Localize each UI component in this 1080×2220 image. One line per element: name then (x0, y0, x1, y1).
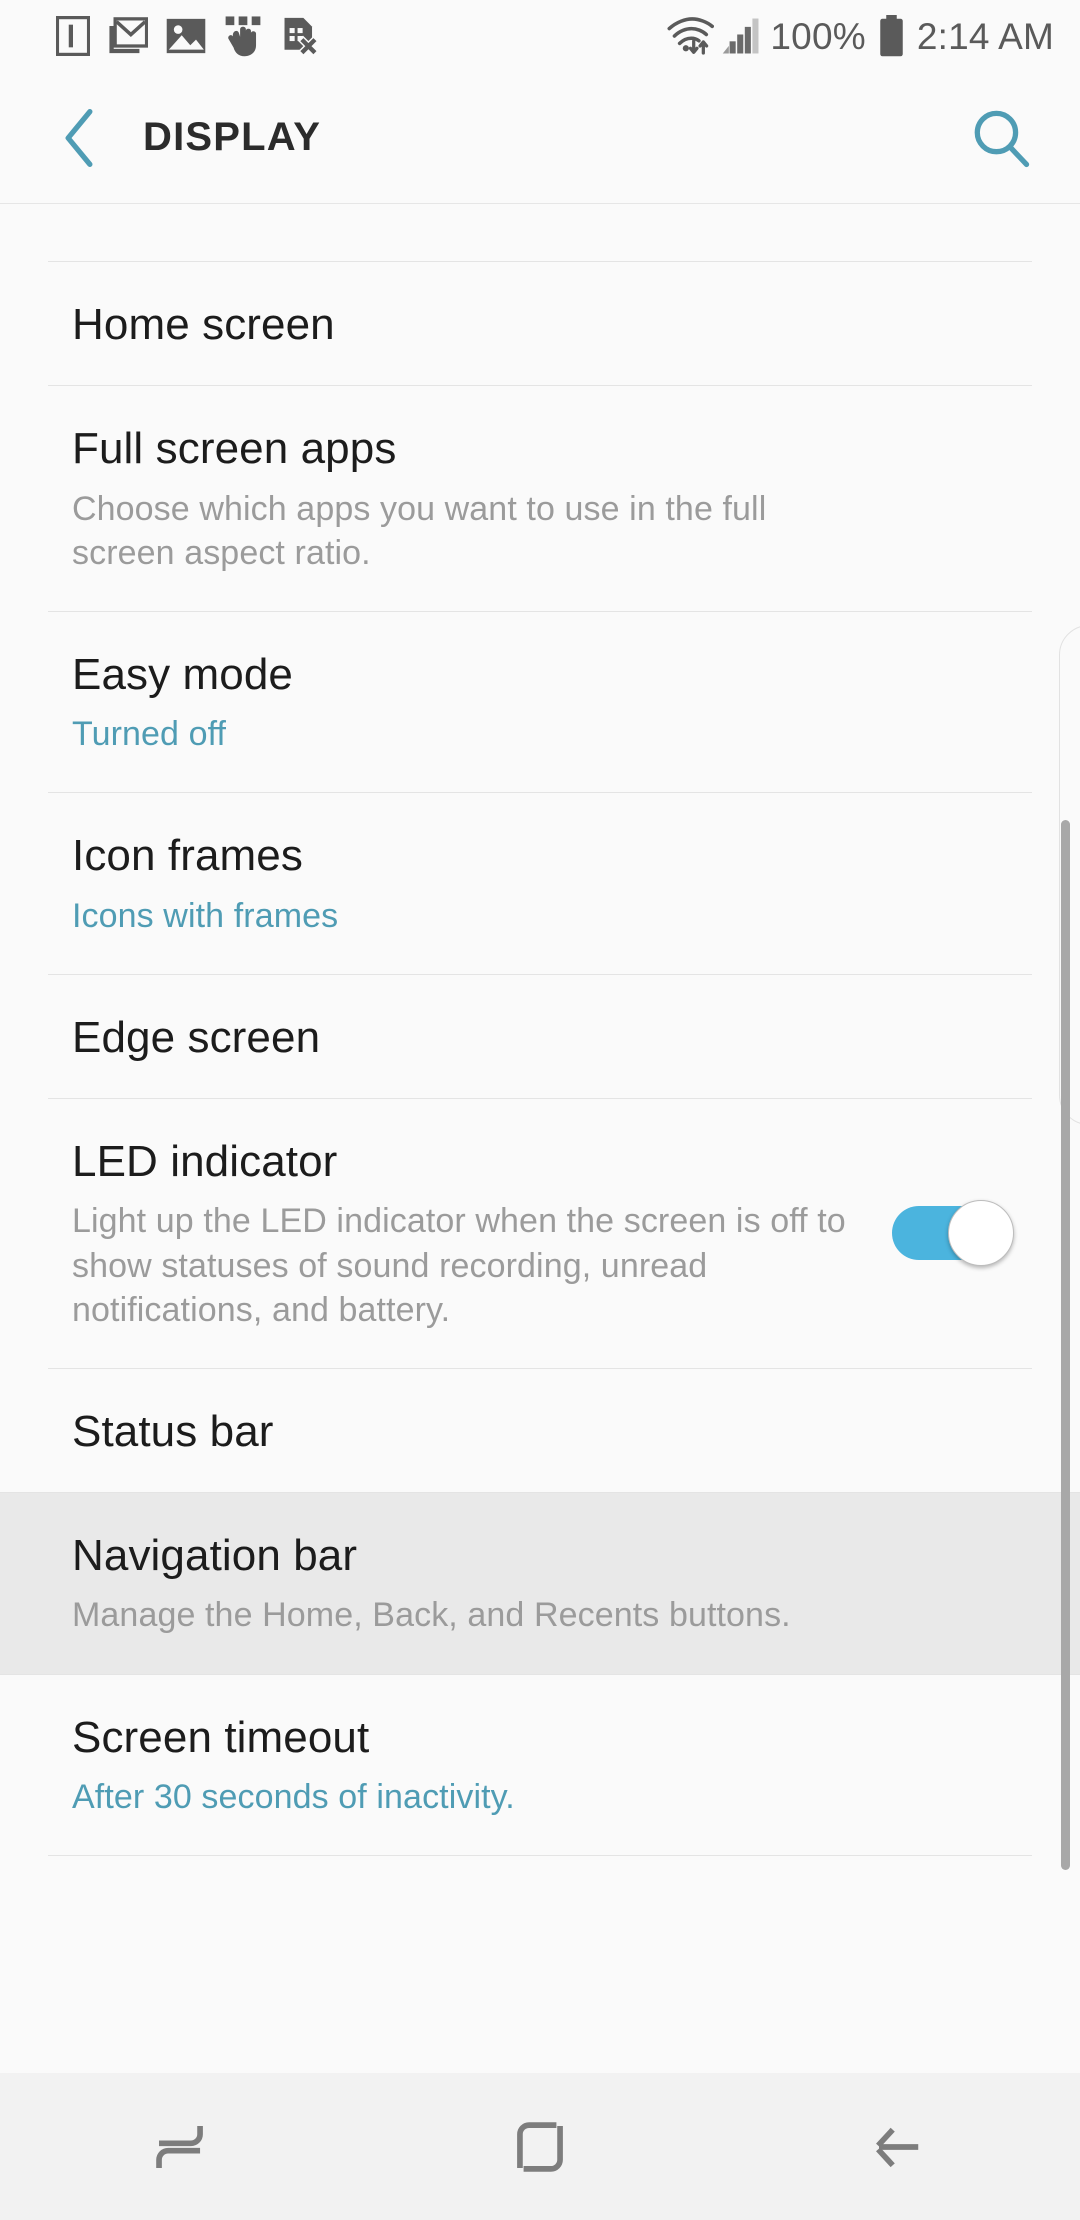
list-item-subtitle: Turned off (72, 715, 227, 754)
list-item-subtitle: After 30 seconds of inactivity. (72, 1777, 515, 1816)
search-icon (974, 110, 1030, 167)
list-item-easy-mode[interactable]: Easy mode Turned off (0, 612, 1080, 792)
photo-image-icon (166, 18, 206, 54)
list-item-full-screen-apps[interactable]: Full screen apps Choose which apps you w… (0, 386, 1080, 611)
list-item-title: Icon frames (72, 831, 303, 881)
list-item-subtitle: Choose which apps you want to use in the… (72, 489, 767, 572)
scrollbar-thumb[interactable] (1061, 820, 1070, 1870)
back-arrow-icon (876, 2127, 919, 2167)
back-chevron-icon (65, 108, 93, 167)
list-item-title: Home screen (72, 300, 335, 349)
list-divider (48, 1855, 1032, 1857)
home-icon (517, 2121, 563, 2172)
list-item-title: Status bar (72, 1406, 274, 1456)
toggle-knob (948, 1200, 1014, 1267)
status-bar-system-icons: 100% 2:14 AM (666, 15, 1054, 57)
settings-list[interactable]: Home screen Full screen apps Choose whic… (0, 205, 1080, 2073)
battery-percent-label: 100% (770, 15, 866, 57)
phone-screen: 100% 2:14 AM DISPLAY Home screen Full sc… (0, 0, 1080, 2220)
recents-button[interactable] (0, 2073, 360, 2220)
list-item-navigation-bar[interactable]: Navigation bar Manage the Home, Back, an… (0, 1493, 1080, 1674)
list-item-title: Screen timeout (72, 1712, 370, 1762)
cellular-signal-icon (723, 18, 759, 54)
list-item-title: Edge screen (72, 1012, 321, 1062)
wifi-with-data-transfer-icon (667, 17, 715, 55)
page-title: DISPLAY (143, 115, 322, 159)
gmail-icon (109, 17, 148, 54)
list-item-title: Full screen apps (72, 424, 397, 474)
clock-label: 2:14 AM (916, 15, 1054, 57)
battery-full-icon (880, 15, 903, 57)
list-top-spacer (0, 205, 1080, 261)
list-item-edge-screen[interactable]: Edge screen (0, 975, 1080, 1098)
list-item-home-screen[interactable]: Home screen (0, 262, 1080, 385)
search-button[interactable] (966, 103, 1036, 173)
home-button[interactable] (360, 2073, 720, 2220)
back-button[interactable] (48, 107, 110, 169)
app-title-bar: DISPLAY (0, 72, 1080, 204)
system-navigation-bar (0, 2073, 1080, 2220)
status-bar-notification-icons (56, 15, 318, 57)
list-item-title: LED indicator (72, 1137, 338, 1187)
list-item-subtitle: Light up the LED indicator when the scre… (72, 1202, 846, 1329)
list-item-led-indicator[interactable]: LED indicator Light up the LED indicator… (0, 1099, 1080, 1368)
touch-gesture-icon (225, 16, 261, 57)
list-item-status-bar[interactable]: Status bar (0, 1369, 1080, 1492)
list-item-icon-frames[interactable]: Icon frames Icons with frames (0, 793, 1080, 973)
list-item-screen-timeout[interactable]: Screen timeout After 30 seconds of inact… (0, 1675, 1080, 1855)
status-bar: 100% 2:14 AM (0, 0, 1080, 72)
ebook-reader-icon (56, 16, 90, 56)
list-item-title: Easy mode (72, 649, 294, 699)
list-item-subtitle: Manage the Home, Back, and Recents butto… (72, 1596, 791, 1635)
back-button-nav[interactable] (720, 2073, 1080, 2220)
led-indicator-toggle[interactable] (892, 1200, 1014, 1267)
recents-icon (156, 2125, 203, 2168)
list-item-subtitle: Icons with frames (72, 896, 339, 935)
no-sim-card-icon (284, 17, 318, 57)
list-item-title: Navigation bar (72, 1531, 358, 1581)
